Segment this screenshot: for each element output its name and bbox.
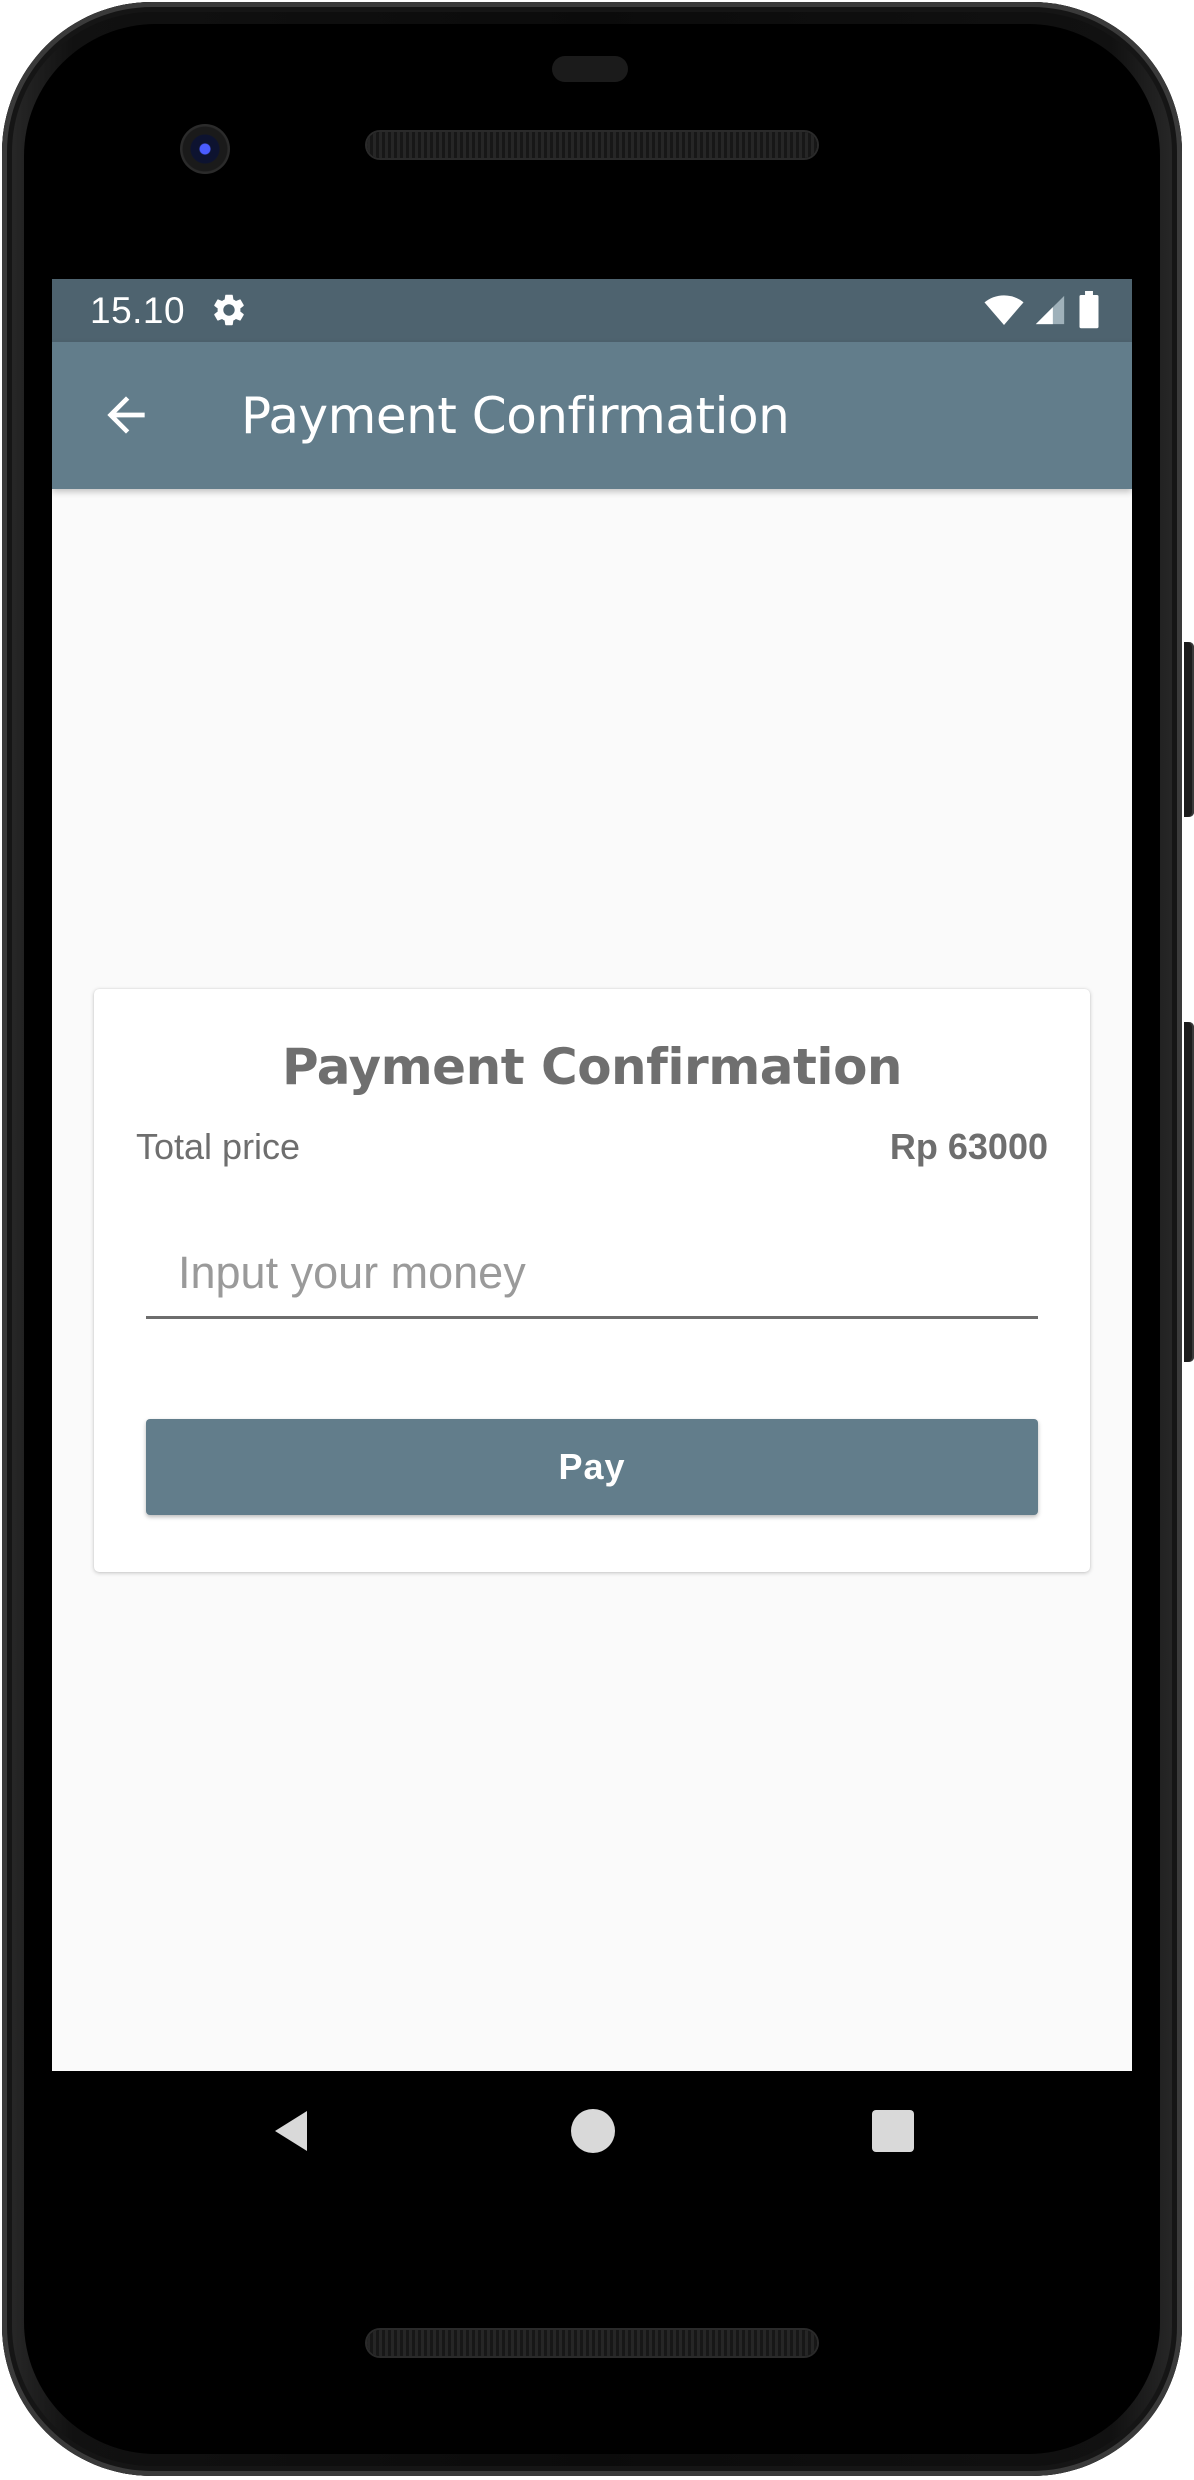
wifi-icon: [984, 295, 1024, 325]
status-icons: [984, 291, 1102, 329]
gear-icon: [214, 294, 244, 326]
nav-back-icon[interactable]: [267, 2107, 315, 2155]
status-time: 15.10: [90, 290, 186, 331]
page-title: Payment Confirmation: [241, 387, 790, 445]
earpiece-speaker: [367, 132, 817, 158]
status-bar: 15.10: [52, 279, 1132, 342]
pay-button[interactable]: Pay: [146, 1419, 1038, 1515]
cell-signal-icon: [1035, 295, 1065, 325]
device-screen: 15.10 Payment Confirmation Payment Confi…: [52, 279, 1132, 2071]
app-bar: Payment Confirmation: [52, 342, 1132, 489]
volume-rocker: [1184, 1022, 1194, 1362]
card-title: Payment Confirmation: [281, 1038, 903, 1096]
payment-card: Payment Confirmation Total price Rp 6300…: [94, 989, 1090, 1572]
nav-home-icon[interactable]: [569, 2107, 617, 2155]
nav-recents-icon[interactable]: [869, 2107, 917, 2155]
battery-icon: [1079, 291, 1099, 329]
front-camera-icon: [180, 124, 230, 174]
total-price-value: Rp 63000: [889, 1126, 1048, 1167]
money-input[interactable]: [146, 1229, 1038, 1319]
power-button: [1184, 642, 1194, 817]
system-nav-bar: [52, 2071, 1132, 2201]
bottom-speaker: [367, 2330, 817, 2356]
total-price-label: Total price: [136, 1126, 301, 1167]
proximity-sensor: [552, 56, 628, 82]
arrow-left-icon[interactable]: [98, 387, 154, 443]
